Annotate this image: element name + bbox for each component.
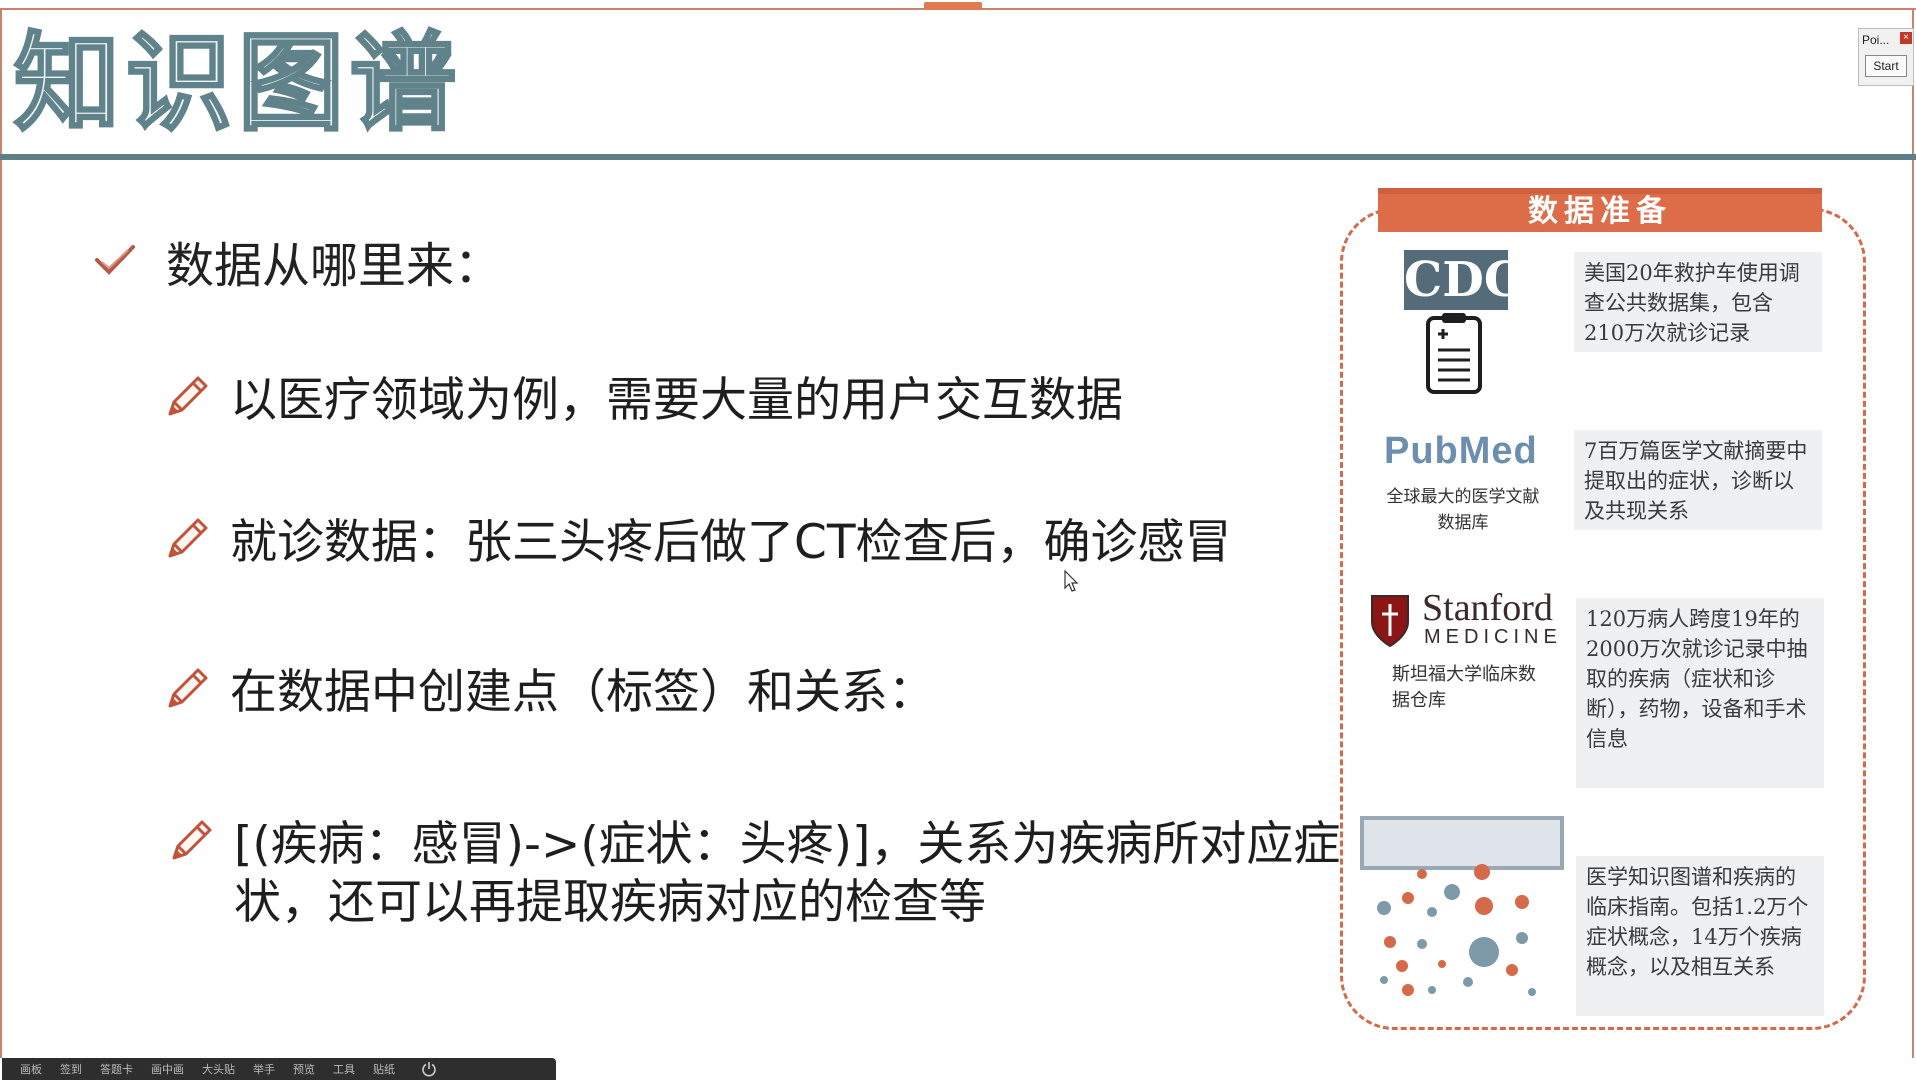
source-description: 7百万篇医学文献摘要中提取出的症状，诊断以及共现关系 (1574, 430, 1822, 530)
stanford-shield-icon (1371, 595, 1409, 648)
start-button[interactable]: Start (1865, 55, 1907, 77)
source-description: 医学知识图谱和疾病的临床指南。包括1.2万个症状概念，14万个疾病概念，以及相互… (1576, 856, 1824, 1016)
sub-bullet: [(疾病：感冒)->(症状：头疼)]，关系为疾病所对应症状，还可以再提取疾病对应… (166, 816, 1364, 932)
sub-bullet-text: 在数据中创建点（标签）和关系： (230, 665, 935, 720)
pencil-icon (168, 518, 208, 558)
source-description: 120万病人跨度19年的2000万次就诊记录中抽取的疾病（症状和诊断），药物，设… (1576, 598, 1824, 788)
source-description: 美国20年救护车使用调查公共数据集，包含210万次就诊记录 (1574, 252, 1822, 352)
sub-bullet: 以医疗领域为例，需要大量的用户交互数据 (162, 372, 1123, 430)
power-icon[interactable] (421, 1061, 437, 1077)
presenter-widget: Poi... × Start (1858, 28, 1914, 86)
sub-bullet-text: [(疾病：感冒)->(症状：头疼)]，关系为疾病所对应症状，还可以再提取疾病对应… (234, 817, 1341, 930)
toolbar-item-stickers[interactable]: 贴纸 (373, 1061, 395, 1077)
classroom-toolbar: 画板 签到 答题卡 画中画 大头贴 举手 预览 工具 贴纸 (2, 1058, 556, 1080)
pencil-icon (168, 376, 208, 416)
toolbar-item-raise-hand[interactable]: 举手 (253, 1061, 275, 1077)
window-drag-handle[interactable] (924, 2, 982, 10)
toolbar-item-pip[interactable]: 画中画 (151, 1061, 184, 1077)
close-icon[interactable]: × (1900, 32, 1912, 44)
sub-bullet-text: 就诊数据：张三头疼后做了CT检查后，确诊感冒 (230, 515, 1232, 570)
pencil-icon (172, 820, 212, 860)
sub-bullet: 在数据中创建点（标签）和关系： (162, 664, 935, 722)
panel-heading: 数据准备 (1378, 188, 1822, 232)
pencil-icon (168, 668, 208, 708)
main-bullet: 数据从哪里来： (94, 226, 502, 296)
checkmark-icon (95, 245, 135, 275)
window-right-border (1912, 8, 1914, 1058)
slide-title: 知识图谱 (13, 19, 462, 147)
toolbar-item-whiteboard[interactable]: 画板 (20, 1061, 42, 1077)
window-left-border (0, 8, 2, 1058)
network-dots-icon (1377, 864, 1536, 996)
toolbar-item-answer-card[interactable]: 答题卡 (100, 1061, 133, 1077)
clipboard-icon (1426, 313, 1482, 394)
sub-bullet-text: 以医疗领域为例，需要大量的用户交互数据 (230, 373, 1123, 428)
presenter-widget-name: Poi... (1862, 33, 1890, 47)
title-divider (0, 154, 1916, 160)
main-bullet-text: 数据从哪里来： (166, 238, 503, 294)
source-caption: 全球最大的医学文献数据库 (1386, 487, 1540, 533)
cdc-logo: CDC (1404, 250, 1523, 310)
toolbar-item-checkin[interactable]: 签到 (60, 1061, 82, 1077)
pubmed-logo: PubMed (1384, 430, 1538, 472)
toolbar-item-sticker-photo[interactable]: 大头贴 (202, 1061, 235, 1077)
toolbar-item-preview[interactable]: 预览 (293, 1061, 315, 1077)
sub-bullet: 就诊数据：张三头疼后做了CT检查后，确诊感冒 (162, 514, 1232, 572)
stanford-logo: Stanford (1422, 587, 1553, 629)
mouse-cursor-icon (1064, 570, 1079, 592)
stanford-logo-sub: MEDICINE (1424, 626, 1562, 648)
source-caption: 斯坦福大学临床数据仓库 (1392, 664, 1536, 711)
toolbar-item-tools[interactable]: 工具 (333, 1061, 355, 1077)
